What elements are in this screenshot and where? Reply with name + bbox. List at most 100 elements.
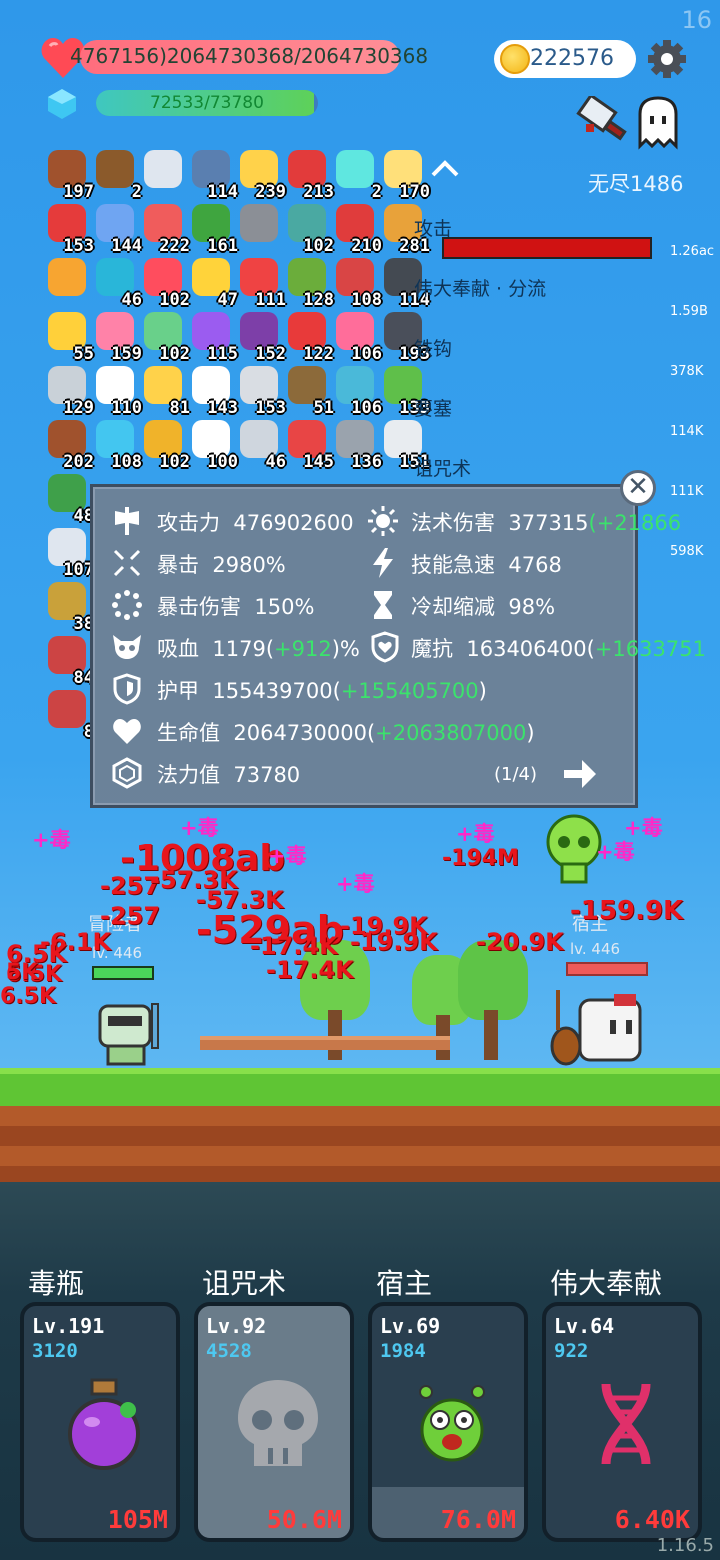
inventory-item[interactable]: 128 [284, 258, 334, 310]
shield-icon [113, 673, 141, 705]
skill-card[interactable]: Lv.92 4528 50.6M [194, 1302, 354, 1542]
stat-crit: 暴击 2980% [157, 553, 286, 577]
skill-value: 922 [554, 1340, 589, 1362]
skill-card[interactable]: Lv.64 922 6.40K [542, 1302, 702, 1542]
inventory-item[interactable]: 100 [188, 420, 238, 472]
item-count: 55 [73, 344, 94, 364]
item-count: 110 [111, 398, 142, 418]
inventory-item[interactable]: 38 [44, 582, 94, 634]
damage-bar [442, 237, 652, 259]
inventory-item[interactable]: 106 [332, 366, 382, 418]
stat-magic-resist: 魔抗 163406400(+1633751 [411, 637, 706, 661]
item-count: 161 [207, 236, 238, 256]
ghost-icon[interactable] [634, 96, 682, 150]
inventory-item[interactable]: 143 [188, 366, 238, 418]
inventory-item[interactable]: 153 [236, 366, 286, 418]
inventory-item[interactable] [44, 258, 90, 304]
inventory-item[interactable]: 46 [92, 258, 142, 310]
inventory-item[interactable]: 213 [284, 150, 334, 202]
poison-skull-icon [546, 814, 602, 884]
hero-hp-bar [92, 966, 154, 980]
inventory-item[interactable]: 202 [44, 420, 94, 472]
inventory-item[interactable]: 161 [188, 204, 238, 256]
item-count: 108 [111, 452, 142, 472]
damage-source-name: 伟大奉献 · 分流 [414, 278, 547, 300]
inventory-item[interactable]: 222 [140, 204, 190, 256]
item-count: 108 [351, 290, 382, 310]
damage-number: -20.9K [476, 928, 564, 956]
enemy-sprite[interactable] [550, 990, 650, 1070]
inventory-item[interactable]: 108 [92, 420, 142, 472]
coin-value: 222576 [530, 46, 614, 71]
item-icon [48, 690, 86, 728]
inventory-item[interactable]: 108 [332, 258, 382, 310]
inventory-item[interactable]: 110 [92, 366, 142, 418]
page-indicator: (1/4) [494, 764, 538, 785]
stat-magic-damage: 法术伤害 377315(+21866 [411, 511, 682, 535]
gear-icon[interactable] [646, 38, 688, 80]
inventory-item[interactable]: 170 [380, 150, 430, 202]
inventory-item[interactable]: 159 [92, 312, 142, 364]
inventory-item[interactable]: 145 [284, 420, 334, 472]
inventory-item[interactable] [140, 150, 186, 196]
inventory-item[interactable]: 144 [92, 204, 142, 256]
close-button[interactable]: ✕ [620, 470, 656, 506]
inventory-item[interactable]: 239 [236, 150, 286, 202]
stat-armor: 护甲 155439700(+155405700) [157, 679, 487, 703]
inventory-item[interactable]: 84 [44, 636, 94, 688]
inventory-item[interactable]: 81 [140, 366, 190, 418]
inventory-item[interactable]: 153 [44, 204, 94, 256]
crystal-icon [48, 89, 76, 119]
damage-number: 5K [6, 960, 39, 985]
inventory-item[interactable] [236, 204, 282, 250]
skill-title: 诅咒术 [202, 1267, 287, 1300]
inventory-item[interactable]: 107 [44, 528, 94, 580]
item-icon [144, 150, 182, 188]
damage-source-value: 1.26ac [670, 244, 715, 259]
item-count: 170 [399, 182, 430, 202]
skill-card[interactable]: Lv.191 3120 105M [20, 1302, 180, 1542]
inventory-item[interactable]: 115 [188, 312, 238, 364]
skill-level: Lv.69 [380, 1314, 441, 1338]
cleaver-icon[interactable] [576, 96, 632, 152]
arrow-right-icon[interactable] [562, 758, 598, 790]
skill-card[interactable]: Lv.69 1984 76.0M [368, 1302, 528, 1542]
inventory-item[interactable]: 106 [332, 312, 382, 364]
item-count: 106 [351, 344, 382, 364]
item-count: 202 [63, 452, 94, 472]
inventory-item[interactable]: 2 [332, 150, 382, 202]
coin-icon [500, 44, 530, 74]
hero-sprite[interactable] [94, 1000, 174, 1070]
poison-tag: +毒 [456, 822, 495, 846]
stat-haste: 技能急速 4768 [411, 553, 562, 577]
inventory-item[interactable]: 47 [188, 258, 238, 310]
damage-source-value: 378K [670, 364, 704, 379]
inventory-item[interactable]: 102 [284, 204, 334, 256]
inventory-item[interactable]: 136 [332, 420, 382, 472]
inventory-item[interactable]: 55 [44, 312, 94, 364]
inventory-item[interactable]: 114 [188, 150, 238, 202]
chevron-up-icon[interactable] [430, 158, 460, 178]
crit-damage-icon [112, 590, 142, 620]
vampire-skull-icon [113, 635, 141, 659]
inventory-item[interactable]: 102 [140, 258, 190, 310]
inventory-item[interactable]: 111 [236, 258, 286, 310]
inventory-item[interactable]: 197 [44, 150, 94, 202]
inventory-item[interactable]: 48 [44, 474, 94, 526]
item-count: 100 [207, 452, 238, 472]
inventory-item[interactable]: 129 [44, 366, 94, 418]
inventory-item[interactable]: 8 [44, 690, 94, 742]
item-count: 239 [255, 182, 286, 202]
inventory-item[interactable]: 102 [140, 420, 190, 472]
inventory-item[interactable]: 102 [140, 312, 190, 364]
damage-source-name: 铁钩 [414, 338, 453, 360]
inventory-item[interactable]: 2 [92, 150, 142, 202]
item-icon [48, 258, 86, 296]
inventory-item[interactable]: 152 [236, 312, 286, 364]
skill-damage: 105M [107, 1505, 168, 1534]
inventory-item[interactable]: 46 [236, 420, 286, 472]
inventory-item[interactable]: 210 [332, 204, 382, 256]
damage-source-name: 诅咒术 [414, 458, 472, 480]
inventory-item[interactable]: 51 [284, 366, 334, 418]
inventory-item[interactable]: 122 [284, 312, 334, 364]
